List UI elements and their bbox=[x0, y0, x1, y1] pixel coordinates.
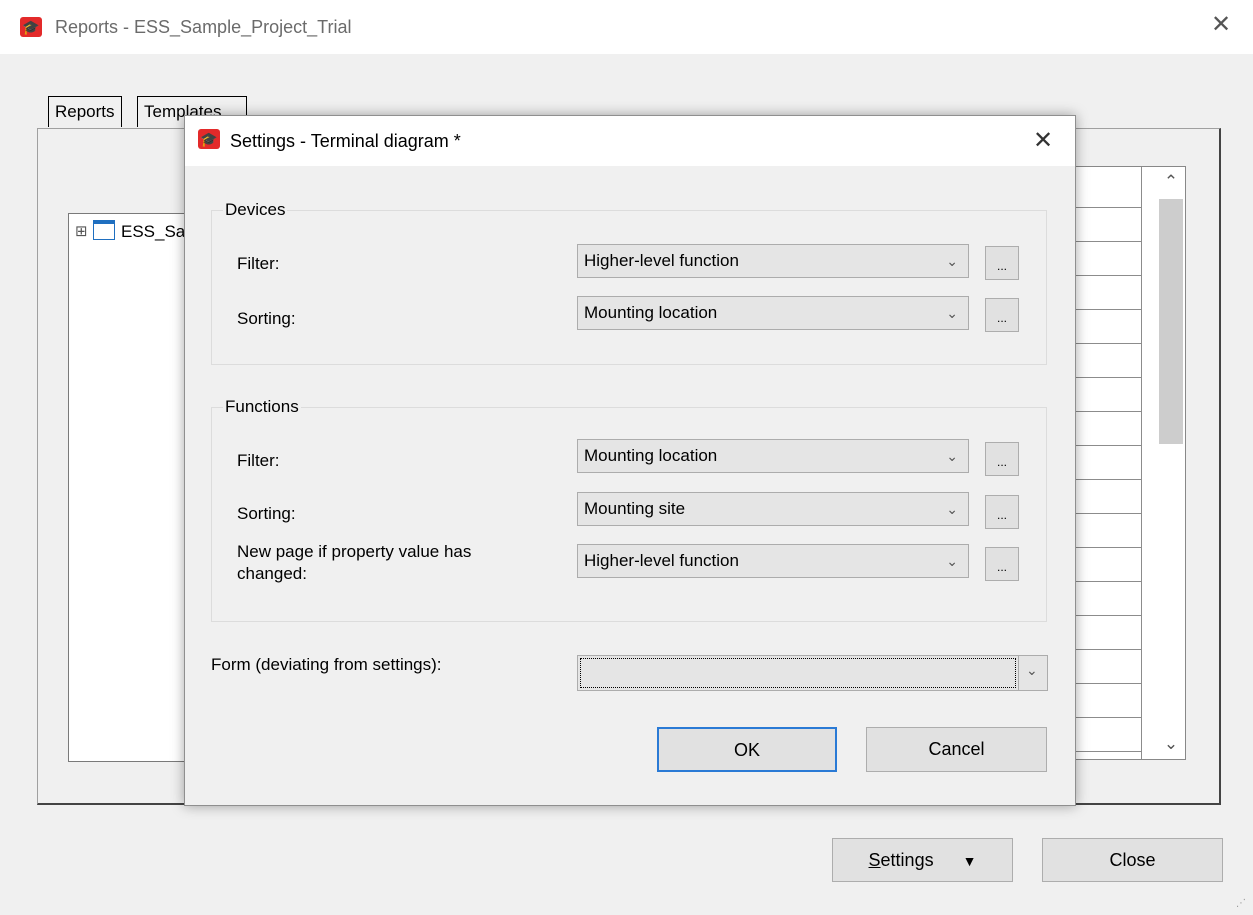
functions-sorting-label: Sorting: bbox=[237, 504, 296, 523]
app-icon: 🎓 bbox=[198, 129, 220, 149]
functions-filter-label: Filter: bbox=[237, 451, 280, 470]
dialog-close-icon[interactable]: ✕ bbox=[1033, 126, 1053, 155]
app-icon: 🎓 bbox=[20, 17, 42, 37]
ok-button[interactable]: OK bbox=[657, 727, 837, 772]
settings-button[interactable]: Settings ▼ bbox=[832, 838, 1013, 882]
resize-grip-icon[interactable]: ⋰ bbox=[1236, 898, 1248, 910]
functions-filter-ellipsis-button[interactable]: ... bbox=[985, 442, 1019, 476]
devices-sorting-ellipsis-button[interactable]: ... bbox=[985, 298, 1019, 332]
form-select[interactable]: ⌄ bbox=[577, 655, 1048, 691]
settings-label: Settings bbox=[868, 850, 934, 870]
chevron-down-icon: ⌄ bbox=[946, 501, 958, 517]
dropdown-arrow-icon: ▼ bbox=[962, 853, 977, 869]
scroll-up-icon[interactable]: ⌃ bbox=[1160, 172, 1182, 192]
functions-sorting-ellipsis-button[interactable]: ... bbox=[985, 495, 1019, 529]
project-icon bbox=[93, 220, 115, 240]
report-tree[interactable]: ⊞ ESS_Sample_Project_Trial bbox=[68, 213, 190, 762]
form-label: Form (deviating from settings): bbox=[211, 655, 442, 674]
scrollbar-thumb[interactable] bbox=[1159, 199, 1183, 444]
expand-icon[interactable]: ⊞ bbox=[75, 222, 88, 240]
cancel-button[interactable]: Cancel bbox=[866, 727, 1047, 772]
devices-legend: Devices bbox=[223, 200, 288, 220]
chevron-down-icon: ⌄ bbox=[946, 448, 958, 464]
devices-filter-label: Filter: bbox=[237, 254, 280, 273]
devices-sorting-select[interactable]: Mounting location ⌄ bbox=[577, 296, 969, 330]
functions-newpage-ellipsis-button[interactable]: ... bbox=[985, 547, 1019, 581]
chevron-down-icon: ⌄ bbox=[946, 553, 958, 569]
chevron-down-icon: ⌄ bbox=[946, 253, 958, 269]
functions-filter-select[interactable]: Mounting location ⌄ bbox=[577, 439, 969, 473]
scroll-down-icon[interactable]: ⌄ bbox=[1160, 734, 1182, 754]
close-button[interactable]: Close bbox=[1042, 838, 1223, 882]
devices-filter-select[interactable]: Higher-level function ⌄ bbox=[577, 244, 969, 278]
window-title: Reports - ESS_Sample_Project_Trial bbox=[55, 17, 352, 37]
tree-item-label[interactable]: ESS_Sample_Project_Trial bbox=[121, 222, 189, 242]
dialog-titlebar: 🎓 Settings - Terminal diagram * ✕ bbox=[185, 116, 1075, 166]
functions-newpage-label: New page if property value has changed: bbox=[237, 542, 472, 583]
functions-legend: Functions bbox=[223, 397, 301, 417]
tab-label: Reports bbox=[55, 102, 115, 121]
tab-reports[interactable]: Reports bbox=[48, 96, 122, 127]
close-icon[interactable]: ✕ bbox=[1206, 10, 1236, 40]
grid-divider bbox=[1141, 167, 1142, 759]
main-titlebar: 🎓 Reports - ESS_Sample_Project_Trial ✕ bbox=[0, 0, 1253, 54]
functions-sorting-select[interactable]: Mounting site ⌄ bbox=[577, 492, 969, 526]
devices-group bbox=[211, 210, 1047, 365]
functions-newpage-select[interactable]: Higher-level function ⌄ bbox=[577, 544, 969, 578]
form-select-value bbox=[580, 658, 1016, 688]
chevron-down-icon: ⌄ bbox=[1026, 662, 1038, 678]
chevron-down-icon: ⌄ bbox=[946, 305, 958, 321]
settings-dialog: 🎓 Settings - Terminal diagram * ✕ Device… bbox=[184, 115, 1076, 806]
devices-filter-ellipsis-button[interactable]: ... bbox=[985, 246, 1019, 280]
devices-sorting-label: Sorting: bbox=[237, 309, 296, 328]
dialog-title: Settings - Terminal diagram * bbox=[230, 131, 461, 151]
